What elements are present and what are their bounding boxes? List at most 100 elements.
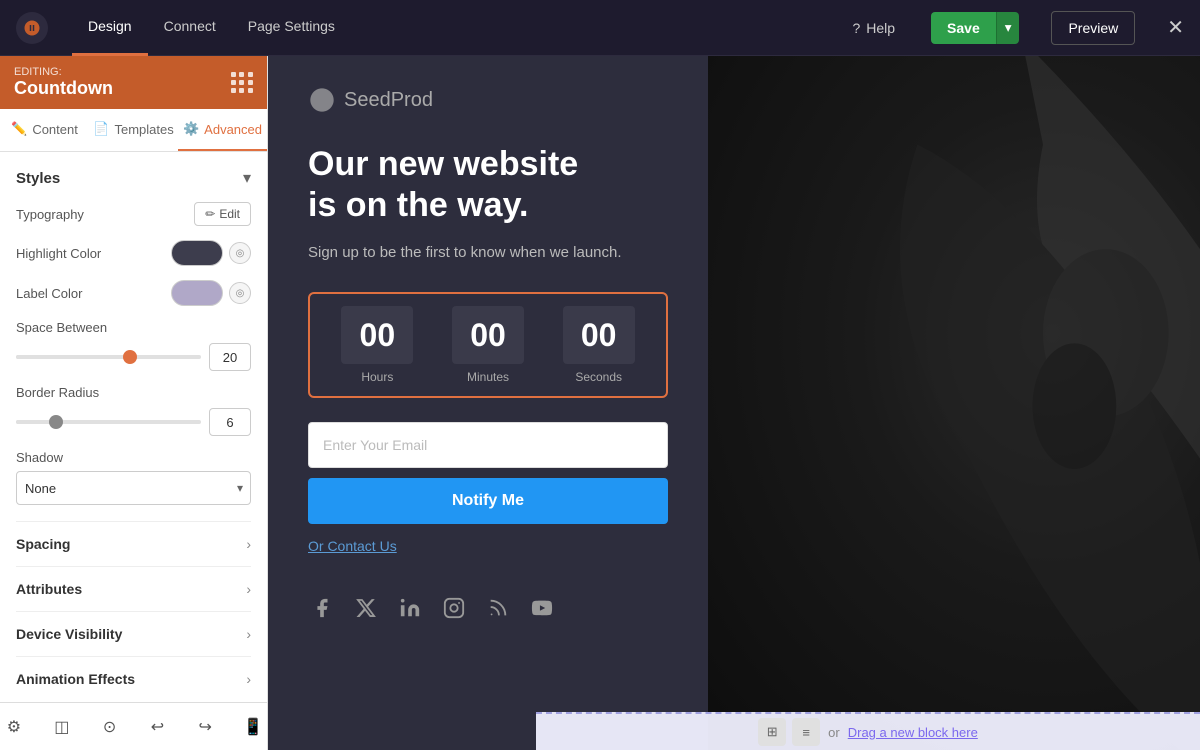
- countdown-hours: 00 Hours: [322, 306, 433, 384]
- attributes-label: Attributes: [16, 581, 82, 597]
- main-layout: EDITING: Countdown ✏️ Content 📄 Template…: [0, 56, 1200, 750]
- notify-button[interactable]: Notify Me: [308, 478, 668, 524]
- typography-label: Typography: [16, 207, 194, 222]
- tab-templates[interactable]: 📄 Templates: [89, 109, 178, 151]
- label-color-picker[interactable]: ◎: [229, 282, 251, 304]
- space-between-row: Space Between 20: [16, 320, 251, 371]
- page-logo: SeedProd: [308, 86, 668, 114]
- border-radius-row: Border Radius 6: [16, 385, 251, 436]
- advanced-tab-icon: ⚙️: [183, 121, 199, 137]
- tab-advanced[interactable]: ⚙️ Advanced: [178, 109, 267, 151]
- drag-bar-grid-icon[interactable]: ⊞: [758, 718, 786, 746]
- styles-collapse-button[interactable]: ▾: [243, 168, 251, 188]
- highlight-color-row: Highlight Color ◎: [16, 240, 251, 266]
- typography-edit-button[interactable]: ✏ Edit: [194, 202, 251, 226]
- label-color-swatch[interactable]: [171, 280, 223, 306]
- nav-connect[interactable]: Connect: [148, 0, 232, 56]
- edit-icon: ✏: [205, 207, 215, 221]
- drag-bar-link[interactable]: Drag a new block here: [848, 725, 978, 740]
- twitter-x-icon[interactable]: [352, 594, 380, 622]
- border-radius-value: 6: [209, 408, 251, 436]
- save-dropdown-button[interactable]: ▾: [996, 12, 1020, 44]
- styles-title: Styles: [16, 170, 60, 187]
- drag-bar-or: or: [828, 725, 840, 740]
- nav-design[interactable]: Design: [72, 0, 148, 56]
- attributes-section[interactable]: Attributes ›: [16, 566, 251, 611]
- facebook-icon[interactable]: [308, 594, 336, 622]
- history-tool[interactable]: ⊙: [96, 712, 124, 742]
- device-visibility-section[interactable]: Device Visibility ›: [16, 611, 251, 656]
- help-button[interactable]: ? Help: [852, 20, 895, 36]
- rss-icon[interactable]: [484, 594, 512, 622]
- photo-area: [708, 56, 1200, 750]
- label-color-label: Label Color: [16, 286, 171, 301]
- editing-label: EDITING:: [14, 66, 113, 78]
- content-tab-icon: ✏️: [11, 121, 27, 137]
- redo-tool[interactable]: ↪: [191, 712, 219, 742]
- page-content: SeedProd Our new websiteis on the way. S…: [268, 56, 708, 750]
- hours-value: 00: [341, 306, 413, 364]
- linkedin-icon[interactable]: [396, 594, 424, 622]
- countdown-block[interactable]: 00 Hours 00 Minutes 00 Seconds: [308, 292, 668, 398]
- topbar: Design Connect Page Settings ? Help Save…: [0, 0, 1200, 56]
- app-logo: [16, 12, 48, 44]
- instagram-icon[interactable]: [440, 594, 468, 622]
- highlight-color-swatch[interactable]: [171, 240, 223, 266]
- label-color-row: Label Color ◎: [16, 280, 251, 306]
- contact-link[interactable]: Or Contact Us: [308, 538, 668, 578]
- photo-placeholder: [708, 56, 1200, 750]
- hours-label: Hours: [361, 370, 393, 384]
- sidebar-content: Styles ▾ Typography ✏ Edit Highlight Col…: [0, 152, 267, 702]
- device-visibility-label: Device Visibility: [16, 626, 122, 642]
- preview-button[interactable]: Preview: [1051, 11, 1135, 45]
- page-subtext: Sign up to be the first to know when we …: [308, 242, 668, 265]
- undo-tool[interactable]: ↩: [144, 712, 172, 742]
- shadow-select-wrapper: None ▾: [16, 471, 251, 505]
- border-radius-label: Border Radius: [16, 385, 251, 400]
- templates-tab-icon: 📄: [93, 121, 109, 137]
- minutes-label: Minutes: [467, 370, 509, 384]
- highlight-color-picker[interactable]: ◎: [229, 242, 251, 264]
- border-radius-slider[interactable]: [16, 420, 201, 424]
- sidebar: EDITING: Countdown ✏️ Content 📄 Template…: [0, 56, 268, 750]
- space-between-value: 20: [209, 343, 251, 371]
- countdown-seconds: 00 Seconds: [543, 306, 654, 384]
- nav-page-settings[interactable]: Page Settings: [232, 0, 351, 56]
- grid-menu-icon[interactable]: [231, 72, 253, 93]
- help-icon: ?: [852, 20, 860, 36]
- bottom-toolbar: ⚙ ◫ ⊙ ↩ ↪ 📱: [0, 702, 267, 750]
- space-between-label: Space Between: [16, 320, 251, 335]
- shadow-select[interactable]: None: [16, 471, 251, 505]
- minutes-value: 00: [452, 306, 524, 364]
- highlight-color-label: Highlight Color: [16, 246, 171, 261]
- animation-effects-section[interactable]: Animation Effects ›: [16, 656, 251, 701]
- save-button[interactable]: Save: [931, 12, 996, 44]
- drag-bar-text-icon[interactable]: ≡: [792, 718, 820, 746]
- youtube-icon[interactable]: [528, 594, 556, 622]
- logo-text: SeedProd: [344, 89, 433, 112]
- spacing-section[interactable]: Spacing ›: [16, 521, 251, 566]
- canvas-inner: SeedProd Our new websiteis on the way. S…: [268, 56, 1200, 750]
- topbar-nav: Design Connect Page Settings: [72, 0, 351, 56]
- mobile-tool[interactable]: 📱: [239, 712, 267, 742]
- sidebar-header: EDITING: Countdown: [0, 56, 267, 109]
- attributes-chevron: ›: [246, 581, 251, 597]
- spacing-chevron: ›: [246, 536, 251, 552]
- drag-bar: ⊞ ≡ or Drag a new block here: [536, 712, 1200, 750]
- email-input[interactable]: Enter Your Email: [308, 422, 668, 468]
- animation-effects-chevron: ›: [246, 671, 251, 687]
- animation-effects-label: Animation Effects: [16, 671, 135, 687]
- spacing-label: Spacing: [16, 536, 70, 552]
- shadow-row: Shadow None ▾: [16, 450, 251, 505]
- seconds-label: Seconds: [575, 370, 622, 384]
- device-visibility-chevron: ›: [246, 626, 251, 642]
- drag-bar-icons: ⊞ ≡: [758, 718, 820, 746]
- close-button[interactable]: ✕: [1167, 15, 1184, 40]
- layers-tool[interactable]: ◫: [48, 712, 76, 742]
- seconds-value: 00: [563, 306, 635, 364]
- countdown-minutes: 00 Minutes: [433, 306, 544, 384]
- tab-content[interactable]: ✏️ Content: [0, 109, 89, 151]
- settings-tool[interactable]: ⚙: [0, 712, 28, 742]
- social-icons: [308, 594, 668, 622]
- space-between-slider[interactable]: [16, 355, 201, 359]
